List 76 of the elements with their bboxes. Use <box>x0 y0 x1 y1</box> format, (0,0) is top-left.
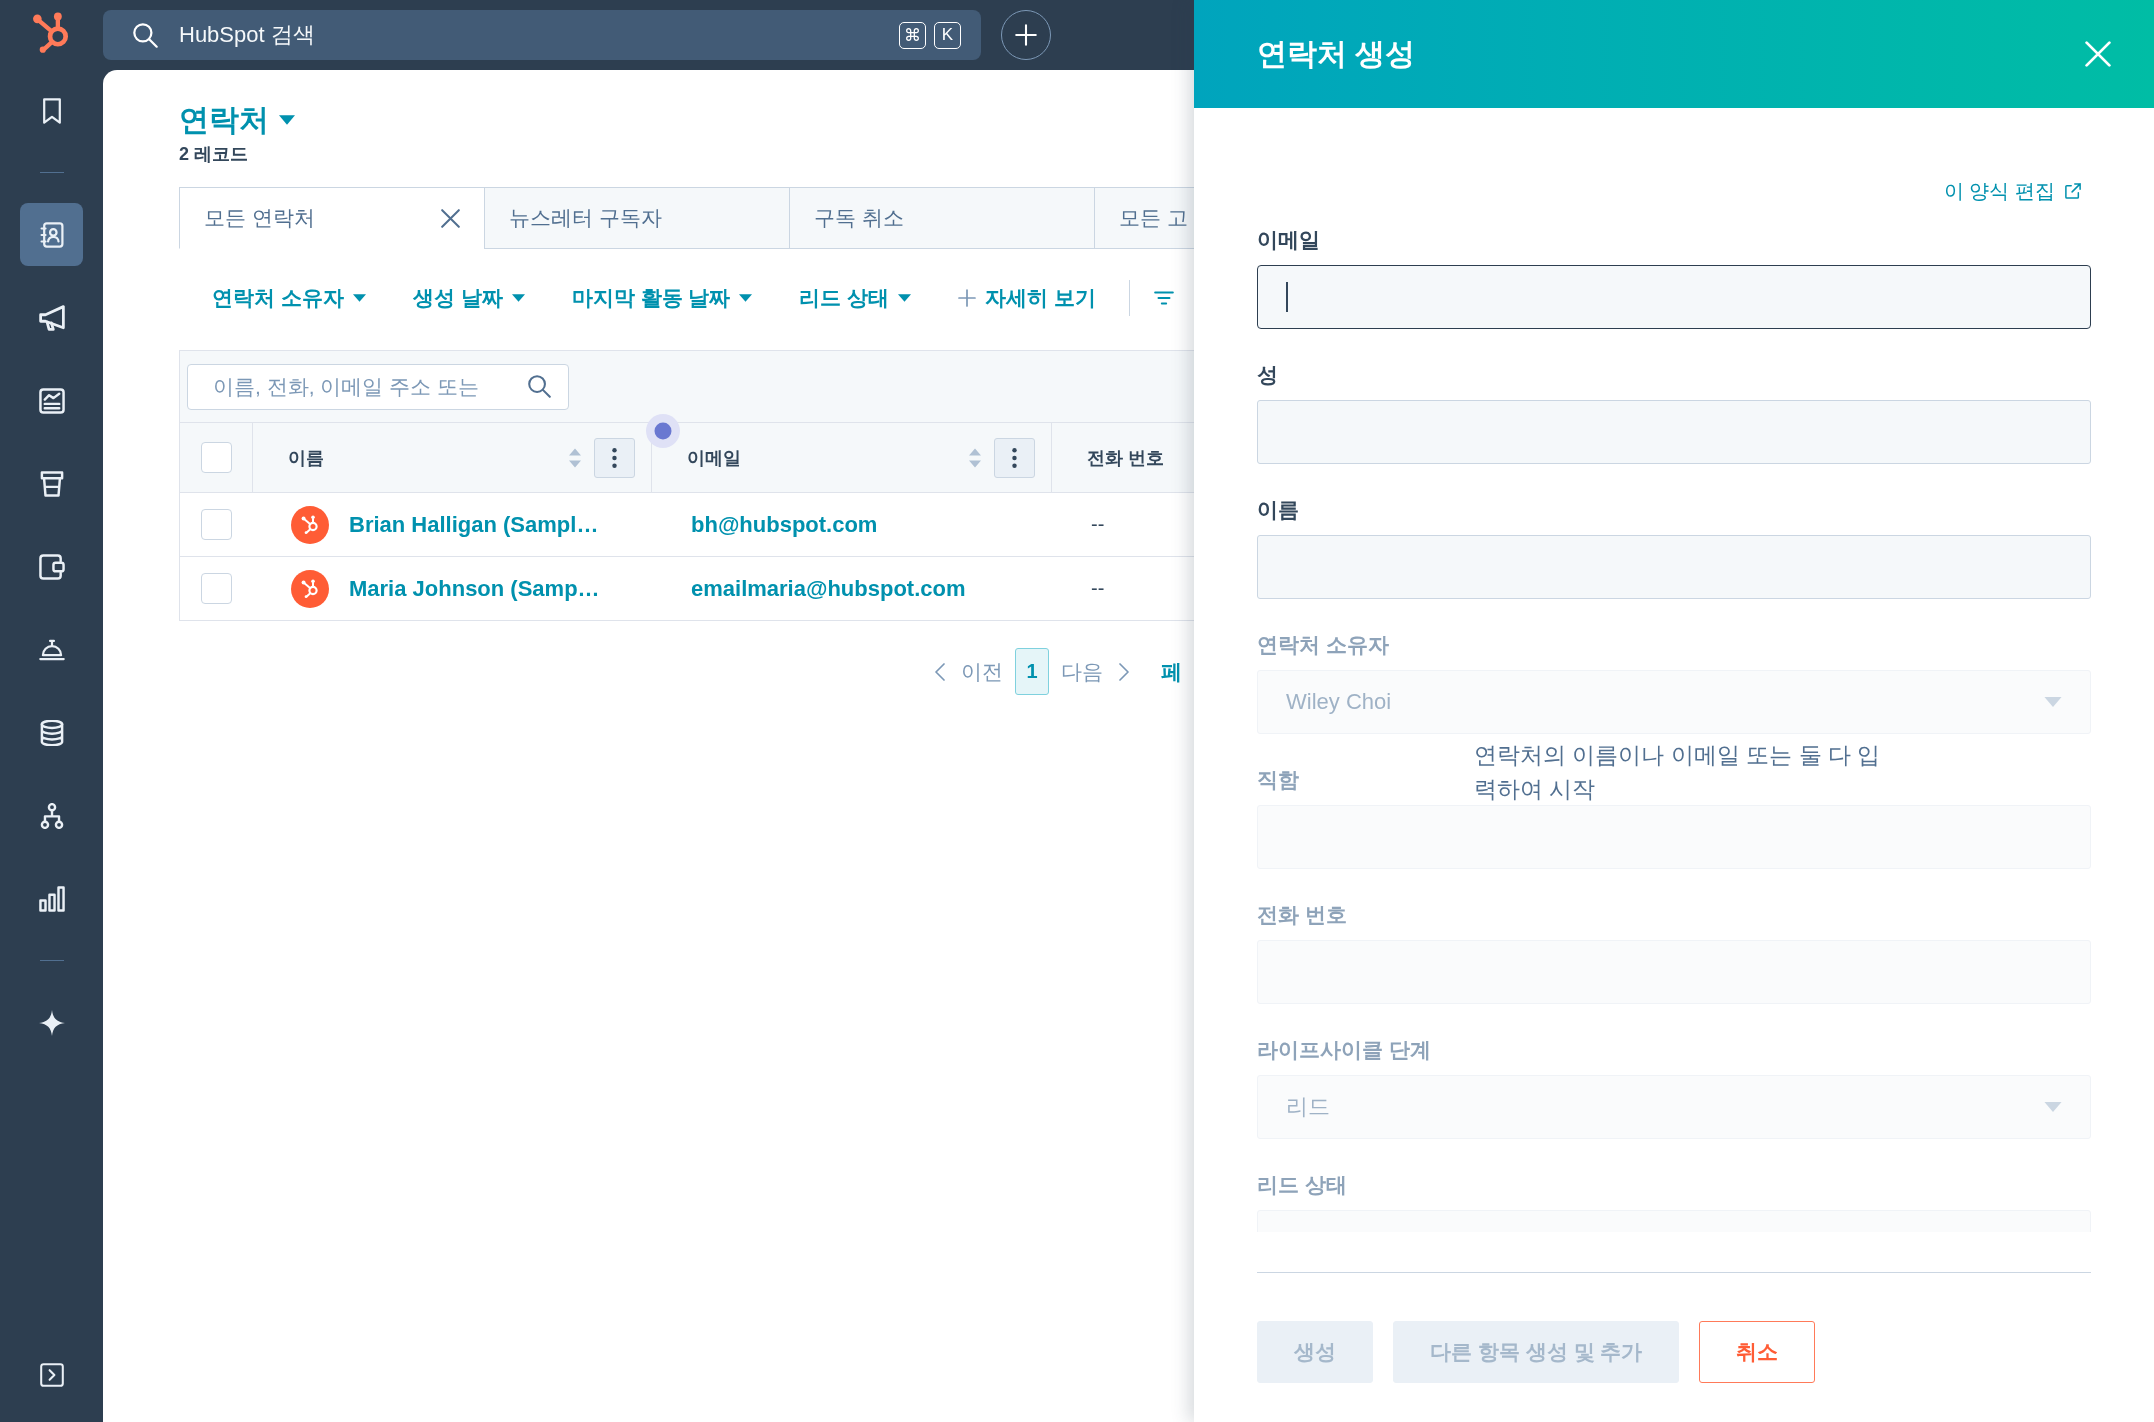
plus-icon <box>1015 24 1037 46</box>
record-count: 2 레코드 <box>179 143 248 166</box>
page-number-button[interactable]: 1 <box>1015 648 1049 695</box>
field-label: 리드 상태 <box>1257 1172 1347 1198</box>
database-icon <box>38 719 65 746</box>
field-label: 라이프사이클 단계 <box>1257 1037 1431 1063</box>
chevron-right-icon <box>1119 661 1129 682</box>
filter-dropdown[interactable]: 리드 상태 <box>799 284 912 312</box>
field-label: 이름 <box>1257 497 1299 523</box>
vertical-dots-icon <box>612 447 617 468</box>
keyboard-key: ⌘ <box>899 21 926 49</box>
avatar-icon <box>291 569 329 608</box>
caret-icon <box>739 294 753 302</box>
hierarchy-icon <box>38 802 65 829</box>
contact-name-link[interactable]: Brian Halligan (Sampl… <box>349 511 599 538</box>
external-link-icon <box>2065 183 2081 199</box>
contacts-icon <box>38 221 65 248</box>
filter-icon[interactable] <box>1154 291 1175 305</box>
chevron-left-icon <box>935 661 945 682</box>
field-label: 전화 번호 <box>1257 902 1347 928</box>
vertical-dots-icon <box>1012 447 1017 468</box>
sidebar-item[interactable] <box>20 203 83 266</box>
search-field[interactable]: 이름, 전화, 이메일 주소 또는 <box>187 363 569 410</box>
checkbox[interactable] <box>201 573 232 604</box>
field-label: 성 <box>1257 362 1278 388</box>
view-tab[interactable]: 구독 취소 <box>789 187 1095 249</box>
add-button[interactable] <box>1001 10 1051 60</box>
caret-icon <box>2044 697 2062 707</box>
table-cell: -- <box>1091 513 1105 536</box>
page-title-dropdown[interactable]: 연락처 <box>179 102 295 138</box>
page-size-dropdown[interactable]: 페 <box>1161 657 1182 686</box>
filter-dropdown[interactable]: 생성 날짜 <box>412 284 525 312</box>
previous-page-button[interactable]: 이전 <box>935 657 1003 686</box>
sparkle-icon <box>38 1009 65 1036</box>
edit-form-link[interactable]: 이 양식 편집 <box>1943 180 2081 202</box>
view-tab[interactable]: 뉴스레터 구독자 <box>484 187 790 249</box>
column-menu-button[interactable] <box>994 437 1035 478</box>
caret-icon <box>2044 1102 2062 1112</box>
field-label: 직함 <box>1257 767 1299 793</box>
next-page-button[interactable]: 다음 <box>1061 657 1129 686</box>
megaphone-icon <box>38 304 65 331</box>
email-link[interactable]: emailmaria@hubspot.com <box>691 575 966 602</box>
input-field[interactable] <box>1257 265 2091 329</box>
more-filters-button[interactable]: 자세히 보기 <box>958 284 1097 312</box>
contact-name-link[interactable]: Maria Johnson (Samp… <box>349 575 600 602</box>
report-icon <box>38 387 65 414</box>
caret-icon <box>352 294 366 302</box>
hint-text: 연락처의 이름이나 이메일 또는 둘 다 입력하여 시작 <box>1474 741 1882 804</box>
field-label: 이메일 <box>1257 227 1320 253</box>
field-label: 연락처 소유자 <box>1257 632 1389 658</box>
wallet-icon <box>38 553 65 580</box>
filter-dropdown[interactable]: 마지막 활동 날짜 <box>571 284 753 312</box>
cancel-button[interactable]: 취소 <box>1699 1321 1816 1383</box>
avatar-icon <box>291 505 329 544</box>
close-icon[interactable] <box>441 208 460 228</box>
view-tab[interactable]: 모든 연락처 <box>179 187 485 249</box>
email-link[interactable]: bh@hubspot.com <box>691 511 878 538</box>
caret-icon <box>898 294 912 302</box>
chevron-box-icon <box>39 1362 64 1387</box>
table-cell: -- <box>1091 577 1105 600</box>
keyboard-key: K <box>934 21 961 49</box>
column-header[interactable]: 이름 <box>253 423 652 492</box>
column-menu-button[interactable] <box>594 437 635 478</box>
filter-dropdown[interactable]: 연락처 소유자 <box>212 284 366 312</box>
checkbox[interactable] <box>200 442 232 473</box>
search-icon <box>528 375 551 398</box>
plus-icon <box>958 289 977 307</box>
bar-chart-icon <box>38 885 65 912</box>
checkbox[interactable] <box>201 509 232 540</box>
view-tab[interactable]: 모든 고 <box>1094 187 1194 249</box>
text-cursor-icon <box>1286 282 1288 312</box>
panel-title: 연락처 생성 <box>1257 35 1416 72</box>
caret-icon <box>511 294 525 302</box>
cup-icon <box>38 470 65 497</box>
caret-icon <box>279 115 295 125</box>
search-icon <box>133 22 158 48</box>
